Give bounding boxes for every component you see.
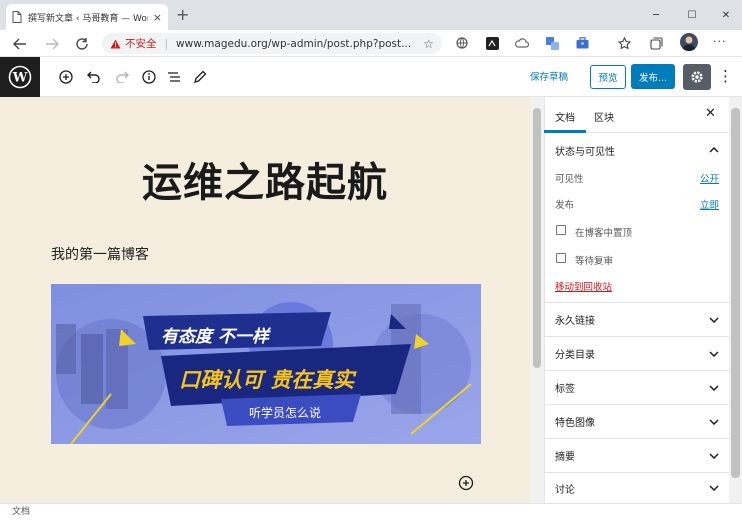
info-icon[interactable] [139,67,159,87]
add-block-icon[interactable] [56,67,76,87]
pending-review-checkbox[interactable] [556,253,566,263]
collections-icon[interactable] [648,35,664,51]
panel-title: 标签 [555,384,575,395]
sticky-checkbox[interactable] [556,225,566,235]
edit-pencil-icon[interactable] [190,67,210,87]
page-icon [12,11,22,23]
tab-close-icon[interactable]: × [153,11,162,24]
chevron-down-icon [709,485,719,491]
chevron-down-icon [709,452,719,459]
banner-line1: 有态度 不一样 [161,327,272,347]
visibility-label: 可见性 [555,174,584,185]
panel-excerpt[interactable]: 摘要 [545,439,729,473]
pending-review-label: 等待复审 [575,256,614,267]
wordpress-logo-icon[interactable]: W [0,57,40,97]
browser-menu-icon[interactable]: ··· [713,35,727,48]
security-warning[interactable]: 不安全 [110,36,157,51]
panel-title: 状态与可见性 [555,146,615,158]
post-title[interactable]: 运维之路起航 [0,150,530,208]
extension-cloud-icon[interactable] [514,35,530,51]
undo-icon[interactable] [84,67,104,87]
favorites-icon[interactable] [616,35,632,51]
chevron-up-icon [709,147,719,153]
visibility-toggle[interactable]: 公开 [700,171,719,185]
url-text: www.magedu.org/wp-admin/post.php?post... [176,37,412,50]
tab-document[interactable]: 文档 [555,109,575,124]
reload-icon[interactable] [72,34,92,54]
panel-title: 永久链接 [555,316,595,327]
preview-button[interactable]: 预览 [590,65,626,89]
svg-text:W: W [12,71,28,86]
maximize-button[interactable]: ☐ [682,6,702,24]
address-bar[interactable]: 不安全 | www.magedu.org/wp-admin/post.php?p… [102,33,442,54]
move-to-trash-link[interactable]: 移动到回收站 [555,279,612,293]
banner-line2: 口碑认可 贵在真实 [179,368,357,392]
extension-translate-icon[interactable] [544,35,560,51]
banner-line3: 听学员怎么说 [249,405,321,420]
chevron-down-icon [709,316,719,323]
settings-gear-icon[interactable] [683,64,711,90]
back-icon[interactable] [10,34,30,54]
tab-title: 撰写新文章 ‹ 马哥教育 — WordPress [28,13,148,24]
editor-scrollbar-thumb[interactable] [533,108,541,368]
banner-image[interactable]: 有态度 不一样 口碑认可 贵在真实 听学员怎么说 [51,284,481,444]
panel-title: 特色图像 [555,418,595,429]
panel-title: 分类目录 [555,350,595,361]
security-label: 不安全 [125,38,157,50]
forward-icon[interactable] [42,34,62,54]
publish-date-toggle[interactable]: 立即 [700,197,719,211]
sidebar-scrollbar-thumb[interactable] [731,108,740,478]
block-inserter-icon[interactable] [458,475,474,491]
chevron-down-icon [709,418,719,425]
panel-discussion[interactable]: 讨论 [545,473,729,503]
panel-title: 摘要 [555,452,575,463]
panel-permalink[interactable]: 永久链接 [545,303,729,337]
bookmark-star-icon[interactable]: ☆ [423,37,434,51]
chevron-down-icon [709,350,719,357]
sidebar-close-icon[interactable]: ✕ [705,106,716,121]
new-tab-button[interactable]: + [176,6,189,24]
warning-icon [110,39,121,49]
minimize-button[interactable]: ─ [646,6,666,24]
chevron-down-icon [709,384,719,391]
extension-toolbox-icon[interactable] [574,35,590,51]
paragraph-block[interactable]: 我的第一篇博客 [51,244,149,264]
publish-button[interactable]: 发布... [631,64,675,89]
more-options-icon[interactable]: ⋮ [718,66,733,86]
block-breadcrumb[interactable]: 文档 [0,503,742,520]
browser-tab[interactable]: 撰写新文章 ‹ 马哥教育 — WordPress × [6,4,168,30]
panel-status-visibility[interactable]: 状态与可见性 [545,133,729,167]
close-window-button[interactable]: ✕ [716,6,736,24]
list-view-icon[interactable] [164,67,184,87]
extension-dark-icon[interactable] [484,35,500,51]
panel-title: 讨论 [555,484,575,496]
redo-icon[interactable] [112,67,132,87]
extension-globe-icon[interactable] [454,35,470,51]
panel-tags[interactable]: 标签 [545,371,729,405]
save-draft-button[interactable]: 保存草稿 [530,69,568,83]
panel-featured-image[interactable]: 特色图像 [545,405,729,439]
sticky-label: 在博客中置顶 [575,228,633,239]
profile-avatar[interactable] [680,33,698,51]
address-divider: | [164,37,169,50]
tab-block[interactable]: 区块 [594,109,614,124]
publish-label: 发布 [555,200,575,211]
panel-categories[interactable]: 分类目录 [545,337,729,371]
